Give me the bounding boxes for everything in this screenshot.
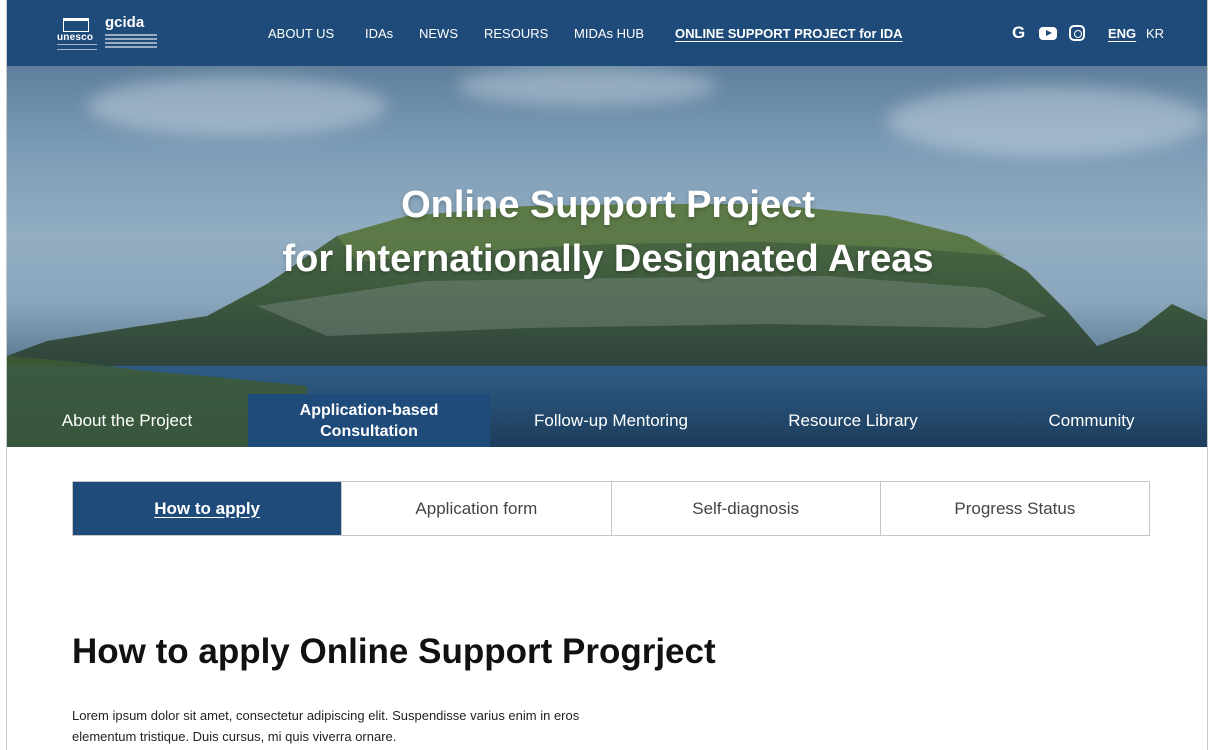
unesco-logo: unesco: [57, 16, 97, 50]
subnav-resource-library[interactable]: Resource Library: [732, 394, 974, 447]
page-frame: unesco gcida ABOUT US IDAs NEWS RESOURS …: [6, 0, 1208, 750]
gcida-logo-subtext: [105, 34, 157, 50]
nav-midas-hub[interactable]: MIDAs HUB: [574, 26, 644, 41]
subnav-community[interactable]: Community: [974, 394, 1207, 447]
google-icon[interactable]: G: [1012, 23, 1025, 43]
hero-title-line-1: Online Support Project: [401, 184, 815, 226]
temple-icon: [63, 18, 89, 32]
nav-about-us[interactable]: ABOUT US: [268, 26, 334, 41]
tab-how-to-apply[interactable]: How to apply: [73, 482, 342, 535]
nav-online-support-project[interactable]: ONLINE SUPPORT PROJECT for IDA: [675, 26, 903, 41]
instagram-icon[interactable]: [1069, 25, 1085, 41]
youtube-icon[interactable]: [1039, 27, 1057, 40]
hero-title-line-2: for Internationally Designated Areas: [282, 238, 934, 280]
unesco-logo-text: unesco: [57, 32, 94, 43]
nav-idas[interactable]: IDAs: [365, 26, 393, 41]
site-logo[interactable]: unesco gcida: [57, 14, 167, 52]
page-description: Lorem ipsum dolor sit amet, consectetur …: [72, 705, 692, 747]
unesco-logo-subline: [57, 44, 97, 50]
section-subnav: About the Project Application-based Cons…: [7, 394, 1207, 447]
tab-self-diagnosis[interactable]: Self-diagnosis: [610, 482, 880, 535]
content-tabs: How to apply Application form Self-diagn…: [72, 481, 1150, 536]
tab-application-form[interactable]: Application form: [341, 482, 610, 535]
subnav-active-line-2: Consultation: [320, 422, 418, 440]
subnav-application-based-consultation[interactable]: Application-based Consultation: [248, 394, 490, 447]
subnav-active-line-1: Application-based: [299, 401, 439, 419]
subnav-about-the-project[interactable]: About the Project: [7, 394, 247, 447]
hero-banner: Online Support Project for International…: [7, 66, 1207, 447]
language-eng[interactable]: ENG: [1108, 26, 1136, 41]
gcida-logo-text: gcida: [105, 14, 145, 31]
page-description-line-1: Lorem ipsum dolor sit amet, consectetur …: [72, 708, 580, 723]
nav-resours[interactable]: RESOURS: [484, 26, 548, 41]
page-title: How to apply Online Support Progrject: [72, 632, 716, 671]
language-kr[interactable]: KR: [1146, 26, 1164, 41]
top-navigation-bar: unesco gcida ABOUT US IDAs NEWS RESOURS …: [7, 0, 1207, 66]
subnav-follow-up-mentoring[interactable]: Follow-up Mentoring: [490, 394, 732, 447]
nav-news[interactable]: NEWS: [419, 26, 458, 41]
page-description-line-2: elementum tristique. Duis cursus, mi qui…: [72, 729, 397, 744]
tab-progress-status[interactable]: Progress Status: [879, 482, 1149, 535]
hero-title: Online Support Project for International…: [7, 178, 1207, 286]
